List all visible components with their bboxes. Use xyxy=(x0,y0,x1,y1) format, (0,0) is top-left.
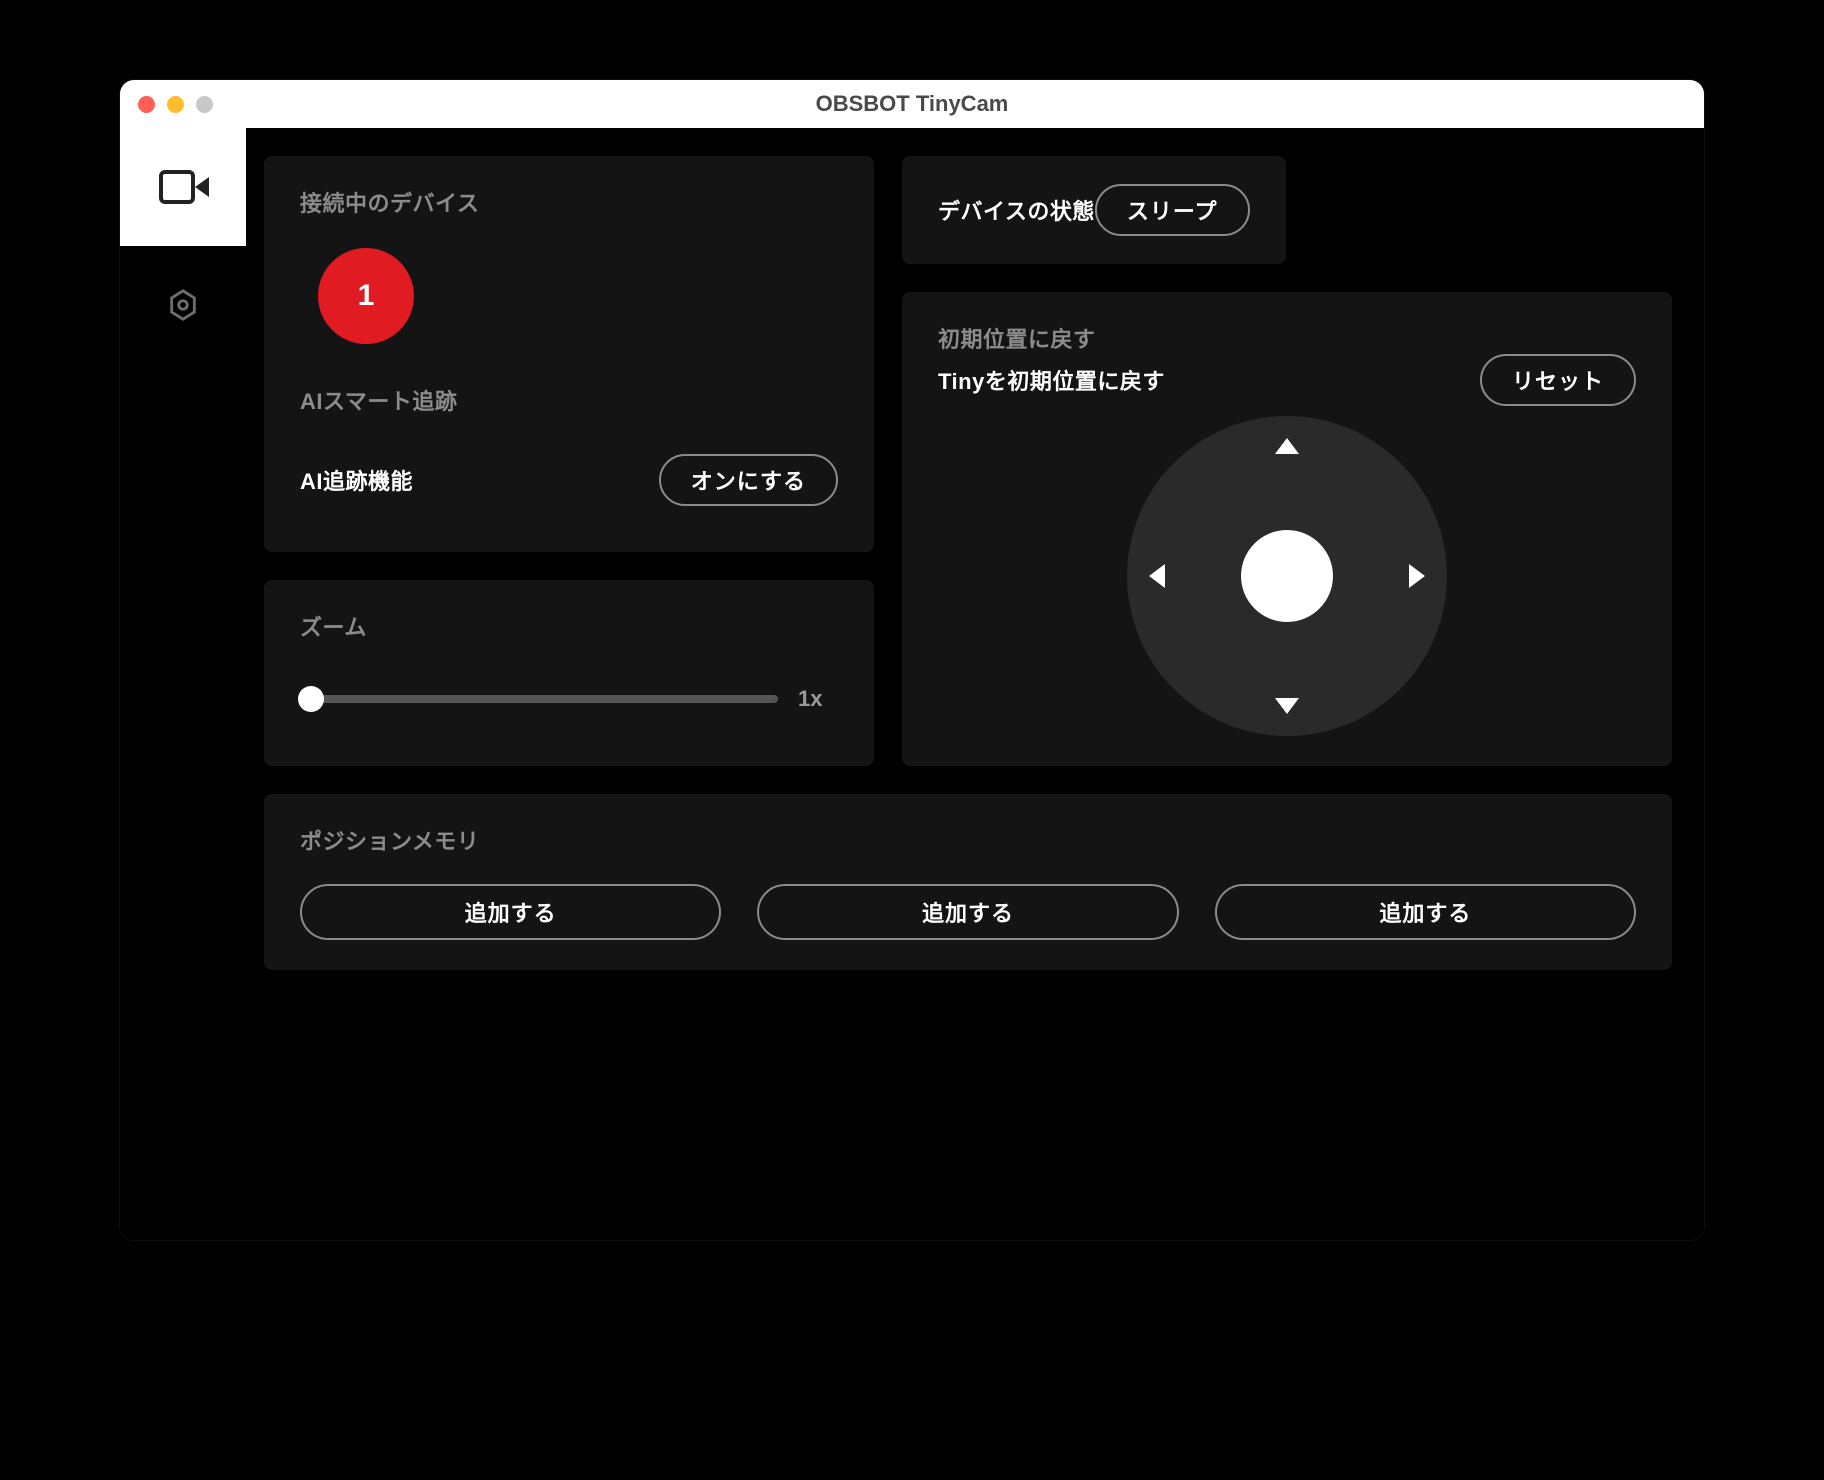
camera-icon xyxy=(159,170,207,204)
gear-icon xyxy=(166,288,200,322)
zoom-label: ズーム xyxy=(300,615,367,640)
device-count: 1 xyxy=(358,279,375,313)
reset-button[interactable]: リセット xyxy=(1480,354,1636,406)
titlebar: OBSBOT TinyCam xyxy=(120,80,1704,128)
dpad-center-button[interactable] xyxy=(1241,530,1333,622)
panel-zoom: ズーム 1x xyxy=(264,580,874,766)
sidebar-item-camera[interactable] xyxy=(120,128,246,246)
reset-section-label: 初期位置に戻す xyxy=(938,327,1096,352)
device-state-label: デバイスの状態 xyxy=(938,194,1095,226)
dpad-right-button[interactable] xyxy=(1409,564,1425,588)
direction-pad xyxy=(1127,416,1447,736)
dpad-up-button[interactable] xyxy=(1275,438,1299,454)
app-window: OBSBOT TinyCam 接続中のデバイス xyxy=(120,80,1704,1240)
sidebar-item-settings[interactable] xyxy=(120,246,246,364)
sidebar xyxy=(120,128,246,1240)
memory-add-button-1[interactable]: 追加する xyxy=(300,884,721,940)
dpad-left-button[interactable] xyxy=(1149,564,1165,588)
reset-action-label: Tinyを初期位置に戻す xyxy=(938,364,1165,396)
zoom-slider[interactable] xyxy=(300,695,778,703)
content: 接続中のデバイス 1 AIスマート追跡 AI追跡機能 オンにする デバイスの状態… xyxy=(246,128,1704,1240)
device-count-badge[interactable]: 1 xyxy=(318,248,414,344)
window-title: OBSBOT TinyCam xyxy=(120,91,1704,117)
dpad-down-button[interactable] xyxy=(1275,698,1299,714)
position-memory-label: ポジションメモリ xyxy=(300,829,479,854)
ai-tracking-feature-label: AI追跡機能 xyxy=(300,464,413,496)
panel-position-memory: ポジションメモリ 追加する 追加する 追加する xyxy=(264,794,1672,970)
panel-reset-position: 初期位置に戻す Tinyを初期位置に戻す リセット xyxy=(902,292,1672,766)
ai-tracking-section-label: AIスマート追跡 xyxy=(300,384,838,416)
memory-add-button-3[interactable]: 追加する xyxy=(1215,884,1636,940)
ai-tracking-toggle-button[interactable]: オンにする xyxy=(659,454,838,506)
minimize-window-button[interactable] xyxy=(167,96,184,113)
sleep-button[interactable]: スリープ xyxy=(1095,184,1250,236)
app-body: 接続中のデバイス 1 AIスマート追跡 AI追跡機能 オンにする デバイスの状態… xyxy=(120,128,1704,1240)
panel-device-state: デバイスの状態 スリープ xyxy=(902,156,1286,264)
maximize-window-button[interactable] xyxy=(196,96,213,113)
zoom-value: 1x xyxy=(798,686,838,712)
connected-devices-label: 接続中のデバイス xyxy=(300,191,479,216)
close-window-button[interactable] xyxy=(138,96,155,113)
memory-add-button-2[interactable]: 追加する xyxy=(757,884,1178,940)
traffic-lights xyxy=(138,96,213,113)
zoom-slider-thumb[interactable] xyxy=(298,686,324,712)
panel-connected-devices: 接続中のデバイス 1 AIスマート追跡 AI追跡機能 オンにする xyxy=(264,156,874,552)
